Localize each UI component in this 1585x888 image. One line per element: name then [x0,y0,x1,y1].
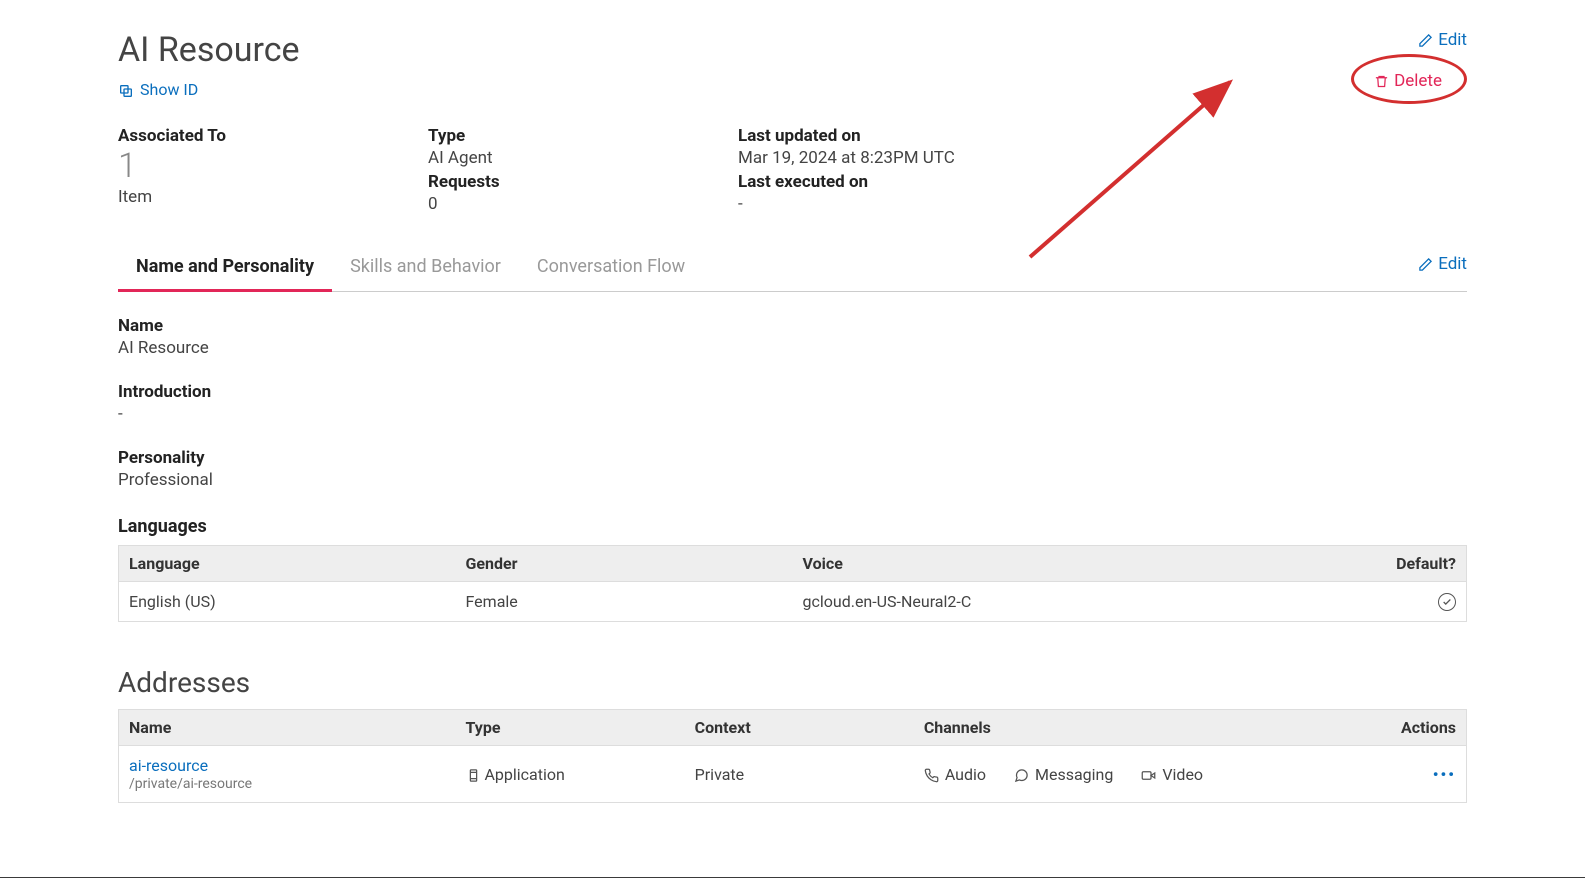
table-row: English (US) Female gcloud.en-US-Neural2… [119,582,1467,622]
last-executed-label: Last executed on [738,172,1467,192]
edit-button-top[interactable]: Edit [1418,30,1467,50]
phone-icon [924,765,939,784]
edit-tab-label: Edit [1438,254,1467,274]
lang-th-gender: Gender [456,546,793,582]
show-id-link[interactable]: Show ID [118,80,198,99]
edit-button-tab[interactable]: Edit [1418,254,1467,284]
requests-label: Requests [428,172,738,192]
associated-to-label: Associated To [118,126,428,146]
addresses-table: Name Type Context Channels Actions ai-re… [118,709,1467,803]
footer-divider [0,877,1585,878]
last-updated-value: Mar 19, 2024 at 8:23PM UTC [738,148,1467,168]
copy-icon [118,80,134,99]
delete-button[interactable]: Delete [1374,71,1442,91]
requests-value: 0 [428,194,738,214]
check-circle-icon [1438,593,1456,611]
show-id-label: Show ID [140,80,198,99]
delete-label: Delete [1394,71,1442,91]
lang-th-voice: Voice [793,546,1377,582]
channel-messaging: Messaging [1014,765,1113,784]
name-value: AI Resource [118,338,1467,358]
introduction-label: Introduction [118,382,1467,402]
addresses-title: Addresses [118,666,1467,699]
address-name-link[interactable]: ai-resource [129,756,208,775]
address-type: Application [484,765,564,784]
lang-th-default: Default? [1377,546,1467,582]
more-actions-button[interactable]: ••• [1433,765,1456,784]
edit-label: Edit [1438,30,1467,50]
languages-table: Language Gender Voice Default? English (… [118,545,1467,622]
delete-annotation-circle: Delete [1351,54,1467,104]
lang-cell-gender: Female [456,582,793,622]
addr-th-actions: Actions [1377,710,1467,746]
lang-th-language: Language [119,546,456,582]
address-path: /private/ai-resource [129,776,446,792]
associated-item: Item [118,187,428,207]
addr-th-type: Type [456,710,685,746]
languages-label: Languages [118,516,1467,537]
pencil-icon [1418,30,1433,50]
addr-th-name: Name [119,710,456,746]
last-executed-value: - [738,194,1467,214]
last-updated-label: Last updated on [738,126,1467,146]
page-title: AI Resource [118,30,300,70]
addr-th-channels: Channels [914,710,1377,746]
address-context: Private [685,746,914,803]
lang-cell-voice: gcloud.en-US-Neural2-C [793,582,1377,622]
tab-skills-behavior[interactable]: Skills and Behavior [332,246,519,292]
video-icon [1141,765,1156,784]
addr-th-context: Context [685,710,914,746]
personality-value: Professional [118,470,1467,490]
personality-label: Personality [118,448,1467,468]
name-label: Name [118,316,1467,336]
application-icon [466,765,485,784]
channel-video: Video [1141,765,1203,784]
associated-count[interactable]: 1 [118,148,428,185]
channel-audio: Audio [924,765,986,784]
tab-conversation-flow[interactable]: Conversation Flow [519,246,703,292]
type-label: Type [428,126,738,146]
tab-name-personality[interactable]: Name and Personality [118,246,332,292]
trash-icon [1374,71,1389,91]
table-row: ai-resource /private/ai-resource Applica… [119,746,1467,803]
message-icon [1014,765,1029,784]
pencil-icon [1418,254,1433,274]
type-value: AI Agent [428,148,738,168]
lang-cell-language: English (US) [119,582,456,622]
introduction-value: - [118,404,1467,424]
